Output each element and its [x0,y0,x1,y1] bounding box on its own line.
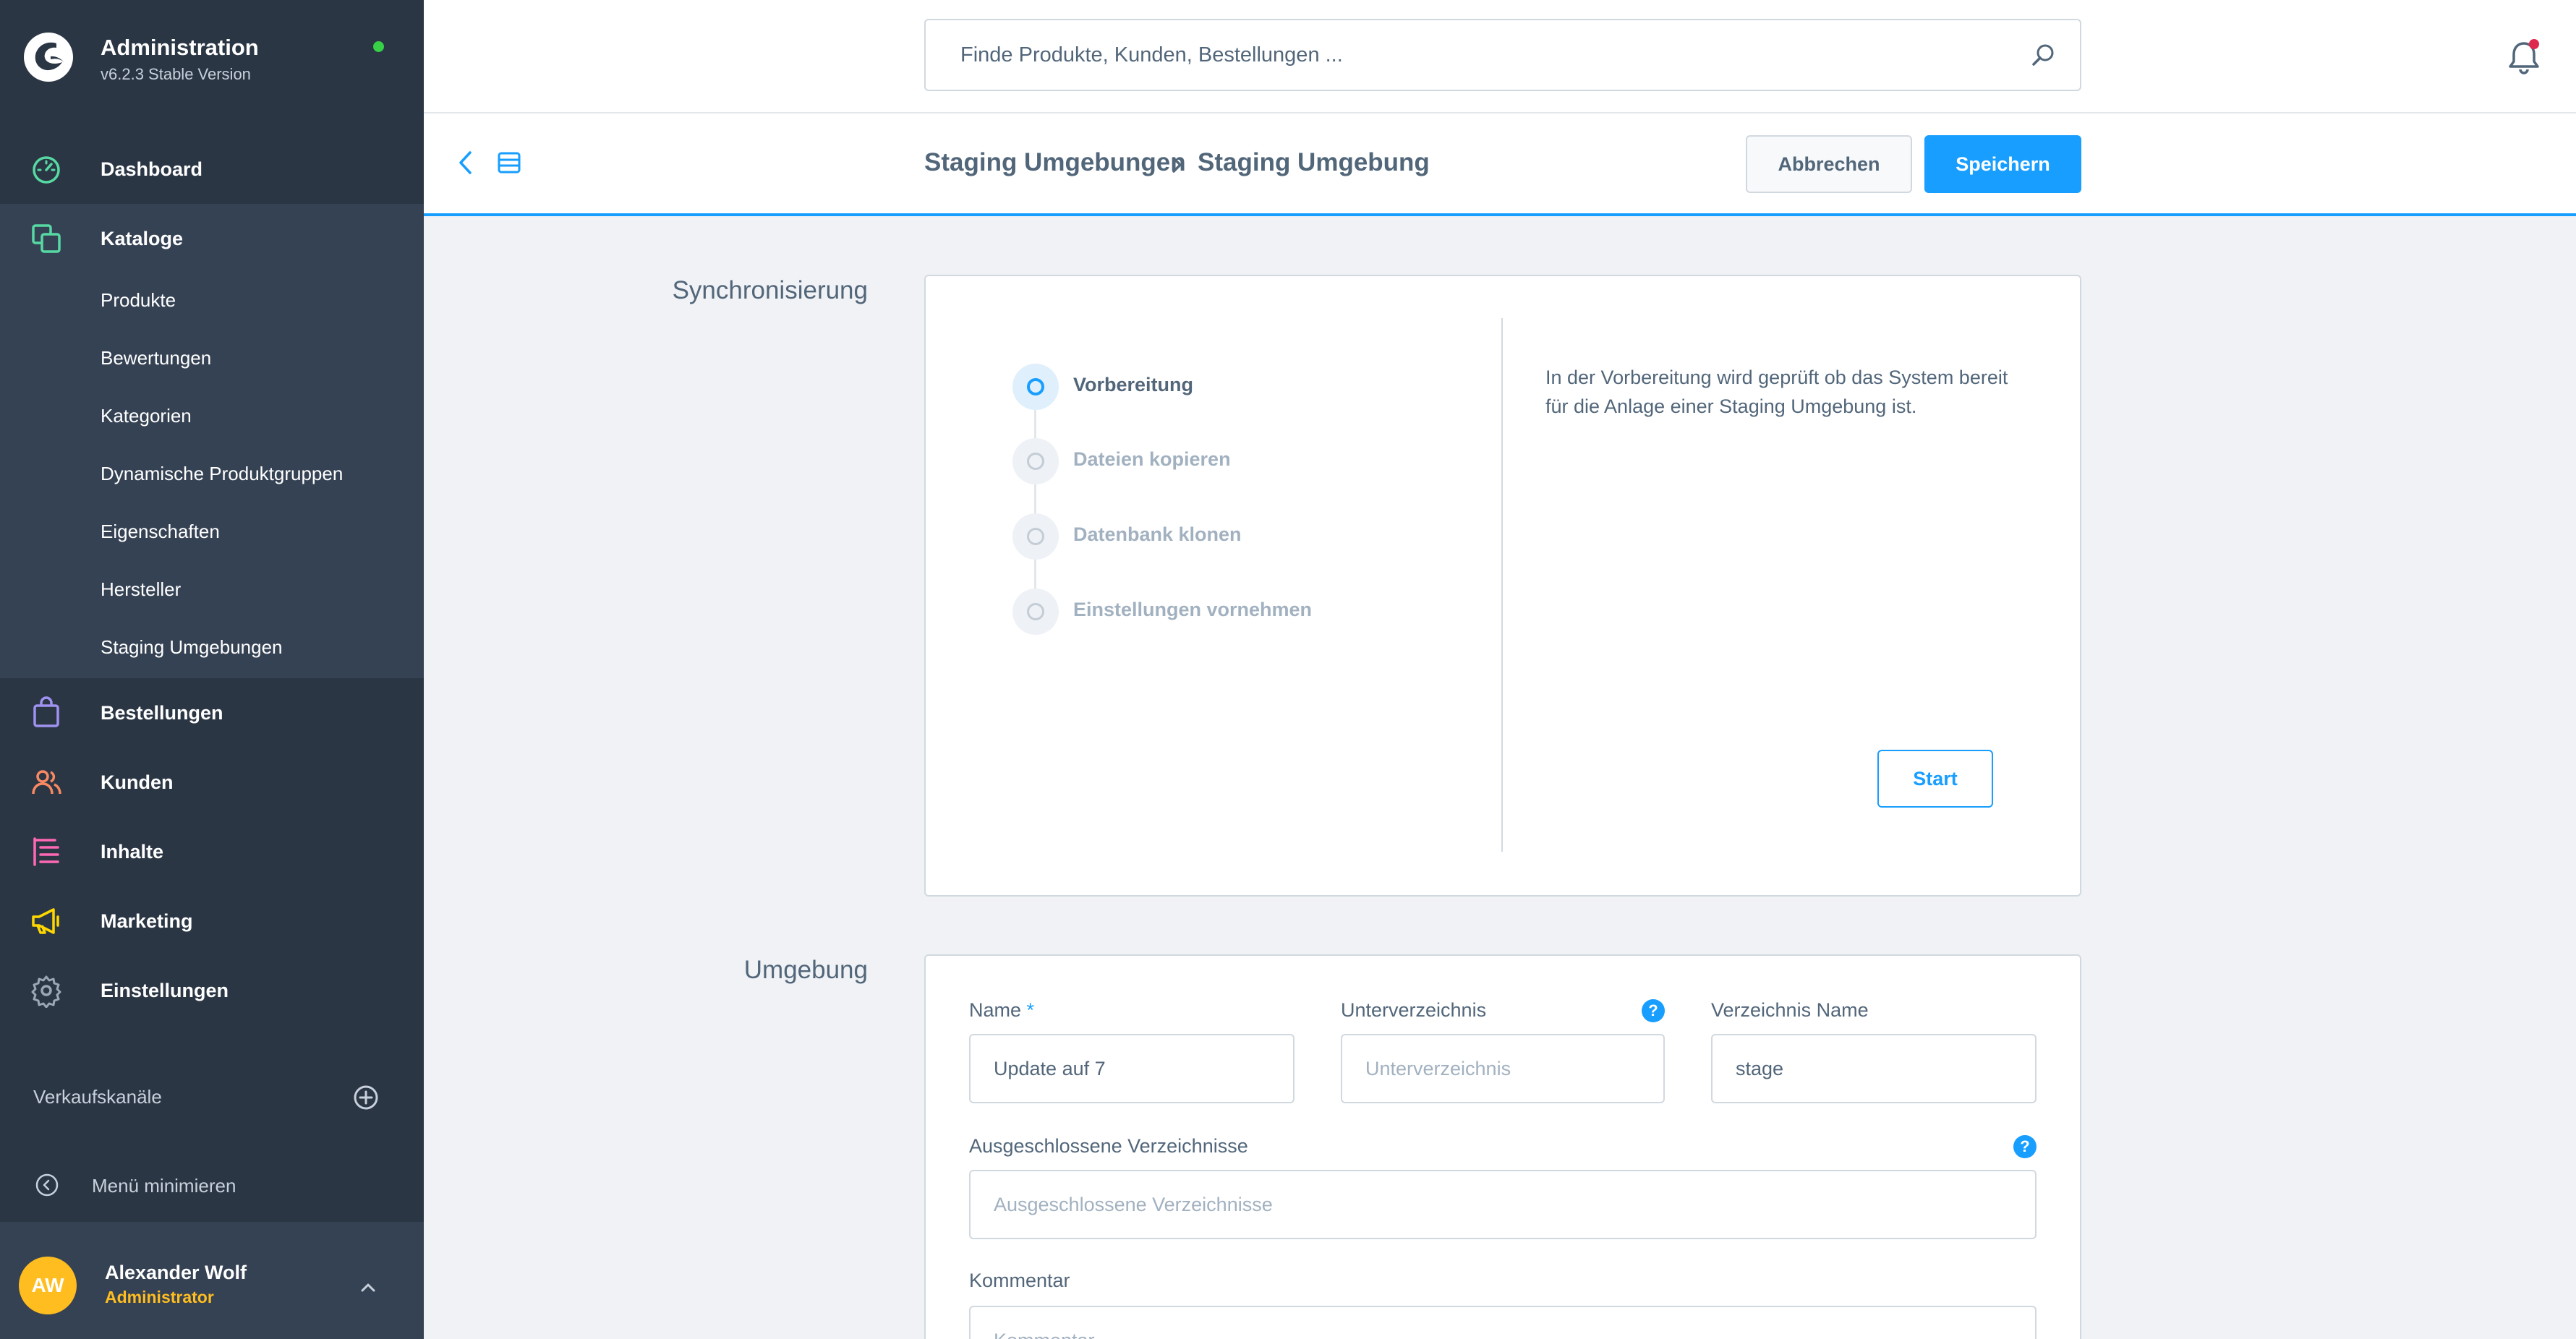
start-button[interactable]: Start [1877,750,1993,808]
search-input[interactable] [960,20,2002,90]
breadcrumb-parent[interactable]: Staging Umgebungen [924,148,1186,177]
nav-catalogs[interactable]: Kataloge [0,204,424,273]
nav-catalog-dynamic-groups[interactable]: Dynamische Produktgruppen [101,463,343,485]
step-active-indicator-icon [1012,364,1059,410]
nav-orders[interactable]: Bestellungen [0,678,424,748]
chevron-up-icon[interactable] [357,1277,379,1299]
avatar: AW [19,1257,77,1314]
dirname-input[interactable] [1711,1034,2037,1103]
subdir-help-icon[interactable]: ? [1642,999,1665,1022]
user-menu[interactable]: AW Alexander Wolf Administrator [0,1222,424,1339]
name-label-text: Name [969,999,1022,1021]
step-clone-database: Datenbank klonen [1012,513,1519,560]
content-list-icon [33,837,59,866]
nav-catalog-staging[interactable]: Staging Umgebungen [101,636,283,659]
sales-channels-label: Verkaufskanäle [33,1086,162,1108]
nav-catalogs-label: Kataloge [101,227,184,249]
dirname-label: Verzeichnis Name [1711,999,1869,1021]
back-arrow-icon[interactable] [454,148,479,177]
sync-section-title: Synchronisierung [672,276,868,304]
app-title: Administration [101,35,259,60]
nav-catalog-products[interactable]: Produkte [101,289,176,312]
comment-input[interactable] [969,1306,2037,1339]
minimize-menu-icon[interactable] [35,1173,59,1197]
top-bar [424,0,2576,114]
excluded-dirs-label: Ausgeschlossene Verzeichnisse [969,1135,1248,1157]
add-sales-channel-icon[interactable] [353,1085,379,1111]
shopware-logo-icon [24,33,73,82]
nav-content[interactable]: Inhalte [0,817,424,886]
global-search[interactable] [924,19,2081,91]
step-clone-database-label: Datenbank klonen [1073,523,1242,545]
excluded-dirs-input[interactable] [969,1170,2037,1239]
step-connector-line [1034,401,1036,611]
catalog-submenu: Kataloge Produkte Bewertungen Kategorien… [0,204,424,678]
minimize-menu-label[interactable]: Menü minimieren [92,1175,236,1197]
nav-catalog-manufacturers[interactable]: Hersteller [101,578,181,601]
gear-icon [31,975,61,1008]
name-input[interactable] [969,1034,1295,1103]
comment-label: Kommentar [969,1270,1070,1291]
excluded-dirs-help-icon[interactable]: ? [2013,1135,2037,1158]
nav-catalog-properties[interactable]: Eigenschaften [101,521,220,543]
shopping-bag-icon [33,696,59,727]
sync-description: In der Vorbereitung wird geprüft ob das … [1545,367,2008,417]
search-icon[interactable] [2029,42,2057,69]
user-role: Administrator [105,1288,214,1306]
megaphone-icon [32,908,59,934]
cancel-button[interactable]: Abbrechen [1746,135,1912,193]
nav-orders-label: Bestellungen [101,701,223,724]
nav-customers[interactable]: Kunden [0,748,424,817]
smart-bar: Staging Umgebungen Staging Umgebung Abbr… [424,114,2576,216]
step-copy-files: Dateien kopieren [1012,438,1519,484]
step-settings-label: Einstellungen vornehmen [1073,599,1313,620]
step-pending-indicator-icon [1012,513,1059,560]
nav-catalog-reviews[interactable]: Bewertungen [101,347,211,369]
chevron-right-icon [1172,157,1182,173]
users-icon [32,770,61,795]
user-name: Alexander Wolf [105,1262,247,1283]
nav-marketing-label: Marketing [101,910,193,932]
nav-marketing[interactable]: Marketing [0,886,424,956]
dashboard-gauge-icon [33,156,60,184]
step-copy-files-label: Dateien kopieren [1073,448,1231,470]
subdir-label: Unterverzeichnis [1341,999,1487,1021]
name-label: Name * [969,999,1034,1022]
step-pending-indicator-icon [1012,589,1059,635]
nav-settings-label: Einstellungen [101,979,229,1001]
nav-content-label: Inhalte [101,840,164,863]
breadcrumb-current: Staging Umgebung [1198,148,1430,176]
step-settings: Einstellungen vornehmen [1012,589,1519,635]
list-view-icon[interactable] [496,150,522,176]
notification-bell-icon[interactable] [2505,38,2543,77]
nav-settings[interactable]: Einstellungen [0,956,424,1025]
sidebar: Administration v6.2.3 Stable Version Das… [0,0,424,1339]
nav-dashboard[interactable]: Dashboard [0,134,424,204]
save-button[interactable]: Speichern [1924,135,2081,193]
app-version: v6.2.3 Stable Version [101,65,251,83]
nav-dashboard-label: Dashboard [101,158,203,180]
sync-divider [1501,318,1503,852]
subdir-input[interactable] [1341,1034,1665,1103]
sidebar-header: Administration v6.2.3 Stable Version [0,0,424,116]
nav-customers-label: Kunden [101,771,174,793]
required-marker: * [1026,999,1035,1021]
step-preparation: Vorbereitung [1012,364,1519,410]
status-online-dot [373,41,384,52]
step-pending-indicator-icon [1012,438,1059,484]
step-preparation-label: Vorbereitung [1073,374,1194,395]
nav-catalog-categories[interactable]: Kategorien [101,405,192,427]
environment-section-title: Umgebung [743,956,868,984]
catalog-squares-icon [32,224,61,253]
